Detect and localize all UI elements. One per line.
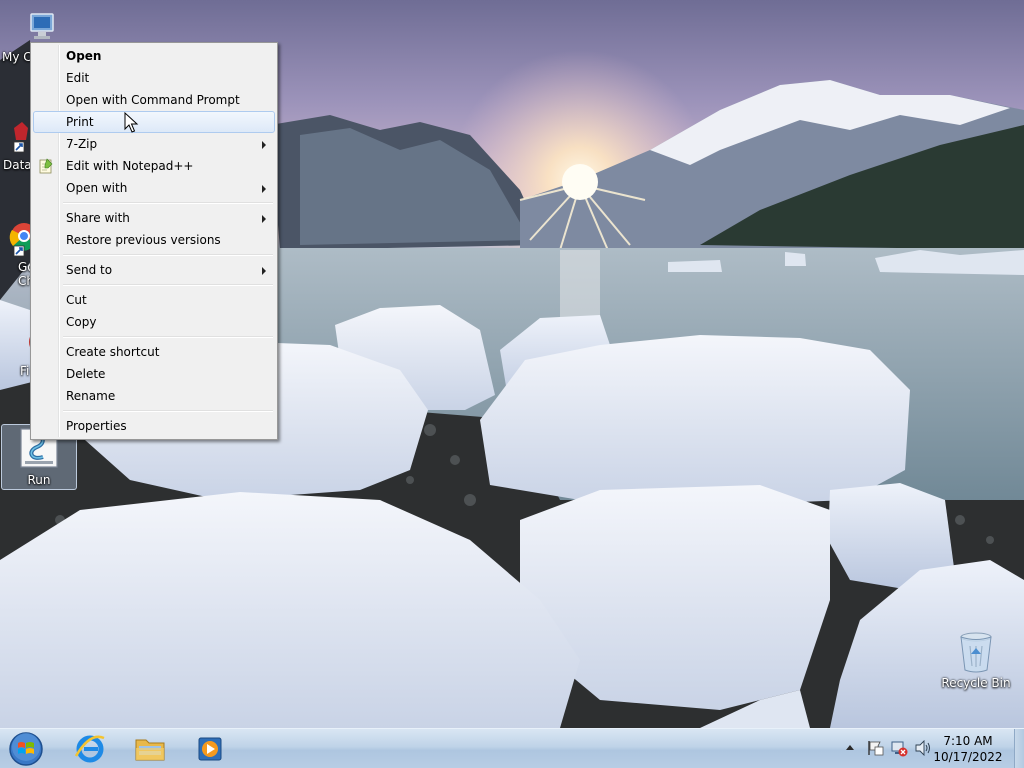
menu-item-delete[interactable]: Delete	[33, 363, 275, 385]
recycle-bin-icon	[960, 632, 992, 673]
network-disconnected-icon[interactable]	[890, 739, 908, 757]
menu-item-restore-previous-versions-label: Restore previous versions	[66, 233, 221, 247]
menu-item-open-with[interactable]: Open with	[33, 177, 275, 199]
windows-logo-icon	[9, 732, 43, 766]
submenu-arrow-icon	[262, 215, 266, 223]
menu-item-rename-label: Rename	[66, 389, 116, 403]
menu-item-open-with-label: Open with	[66, 181, 128, 195]
menu-item-share-with-label: Share with	[66, 211, 130, 225]
taskbar: 7:10 AM 10/17/2022	[0, 728, 1024, 768]
taskbar-internet-explorer[interactable]	[62, 730, 118, 768]
menu-item-share-with[interactable]: Share with	[33, 207, 275, 229]
menu-item-restore-previous-versions[interactable]: Restore previous versions	[33, 229, 275, 251]
menu-item-7zip[interactable]: 7-Zip	[33, 133, 275, 155]
menu-separator	[63, 333, 275, 341]
menu-item-edit-with-notepadpp[interactable]: Edit with Notepad++	[33, 155, 275, 177]
menu-separator	[63, 407, 275, 415]
submenu-arrow-icon	[262, 141, 266, 149]
menu-item-delete-label: Delete	[66, 367, 106, 381]
menu-separator	[63, 251, 275, 259]
show-desktop-button[interactable]	[1014, 729, 1024, 768]
file-explorer-icon	[135, 739, 165, 761]
menu-item-edit-label: Edit	[66, 71, 90, 85]
menu-item-copy-label: Copy	[66, 315, 97, 329]
menu-item-cut[interactable]: Cut	[33, 289, 275, 311]
system-clock[interactable]: 7:10 AM 10/17/2022	[928, 733, 1008, 765]
menu-item-copy[interactable]: Copy	[33, 311, 275, 333]
menu-item-create-shortcut[interactable]: Create shortcut	[33, 341, 275, 363]
menu-item-open-with-command-prompt[interactable]: Open with Command Prompt	[33, 89, 275, 111]
menu-item-cut-label: Cut	[66, 293, 87, 307]
action-center-flag-icon[interactable]	[866, 739, 884, 757]
context-menu: Open Edit Open with Command Prompt Print…	[30, 42, 278, 440]
menu-item-open-with-command-prompt-label: Open with Command Prompt	[66, 93, 240, 107]
clock-time: 7:10 AM	[943, 734, 993, 748]
menu-item-open-label: Open	[66, 49, 102, 63]
menu-item-print[interactable]: Print	[33, 111, 275, 133]
internet-explorer-icon	[74, 735, 105, 763]
menu-item-print-label: Print	[66, 115, 94, 129]
menu-separator	[63, 199, 275, 207]
menu-item-send-to-label: Send to	[66, 263, 113, 277]
start-button[interactable]	[4, 730, 48, 768]
mouse-cursor-icon	[124, 112, 139, 133]
menu-item-send-to[interactable]: Send to	[33, 259, 275, 281]
desktop-icon-recycle-bin-label: Recycle Bin	[941, 676, 1011, 690]
menu-item-7zip-label: 7-Zip	[66, 137, 98, 151]
desktop-icon-recycle-bin[interactable]: Recycle Bin	[938, 630, 1014, 690]
notepadpp-icon	[39, 158, 53, 174]
taskbar-file-explorer[interactable]	[122, 730, 178, 768]
menu-item-rename[interactable]: Rename	[33, 385, 275, 407]
submenu-arrow-icon	[262, 267, 266, 275]
submenu-arrow-icon	[262, 185, 266, 193]
menu-item-edit[interactable]: Edit	[33, 67, 275, 89]
menu-item-properties-label: Properties	[66, 419, 127, 433]
clock-date: 10/17/2022	[933, 750, 1003, 764]
show-hidden-icons-chevron-icon[interactable]	[845, 741, 855, 755]
menu-item-properties[interactable]: Properties	[33, 415, 275, 437]
menu-item-edit-with-notepadpp-label: Edit with Notepad++	[66, 159, 194, 173]
menu-separator	[63, 281, 275, 289]
menu-item-open[interactable]: Open	[33, 45, 275, 67]
menu-item-create-shortcut-label: Create shortcut	[66, 345, 160, 359]
media-player-icon	[198, 737, 222, 761]
taskbar-media-player[interactable]	[182, 730, 238, 768]
desktop-icon-run-label: Run	[27, 473, 51, 487]
